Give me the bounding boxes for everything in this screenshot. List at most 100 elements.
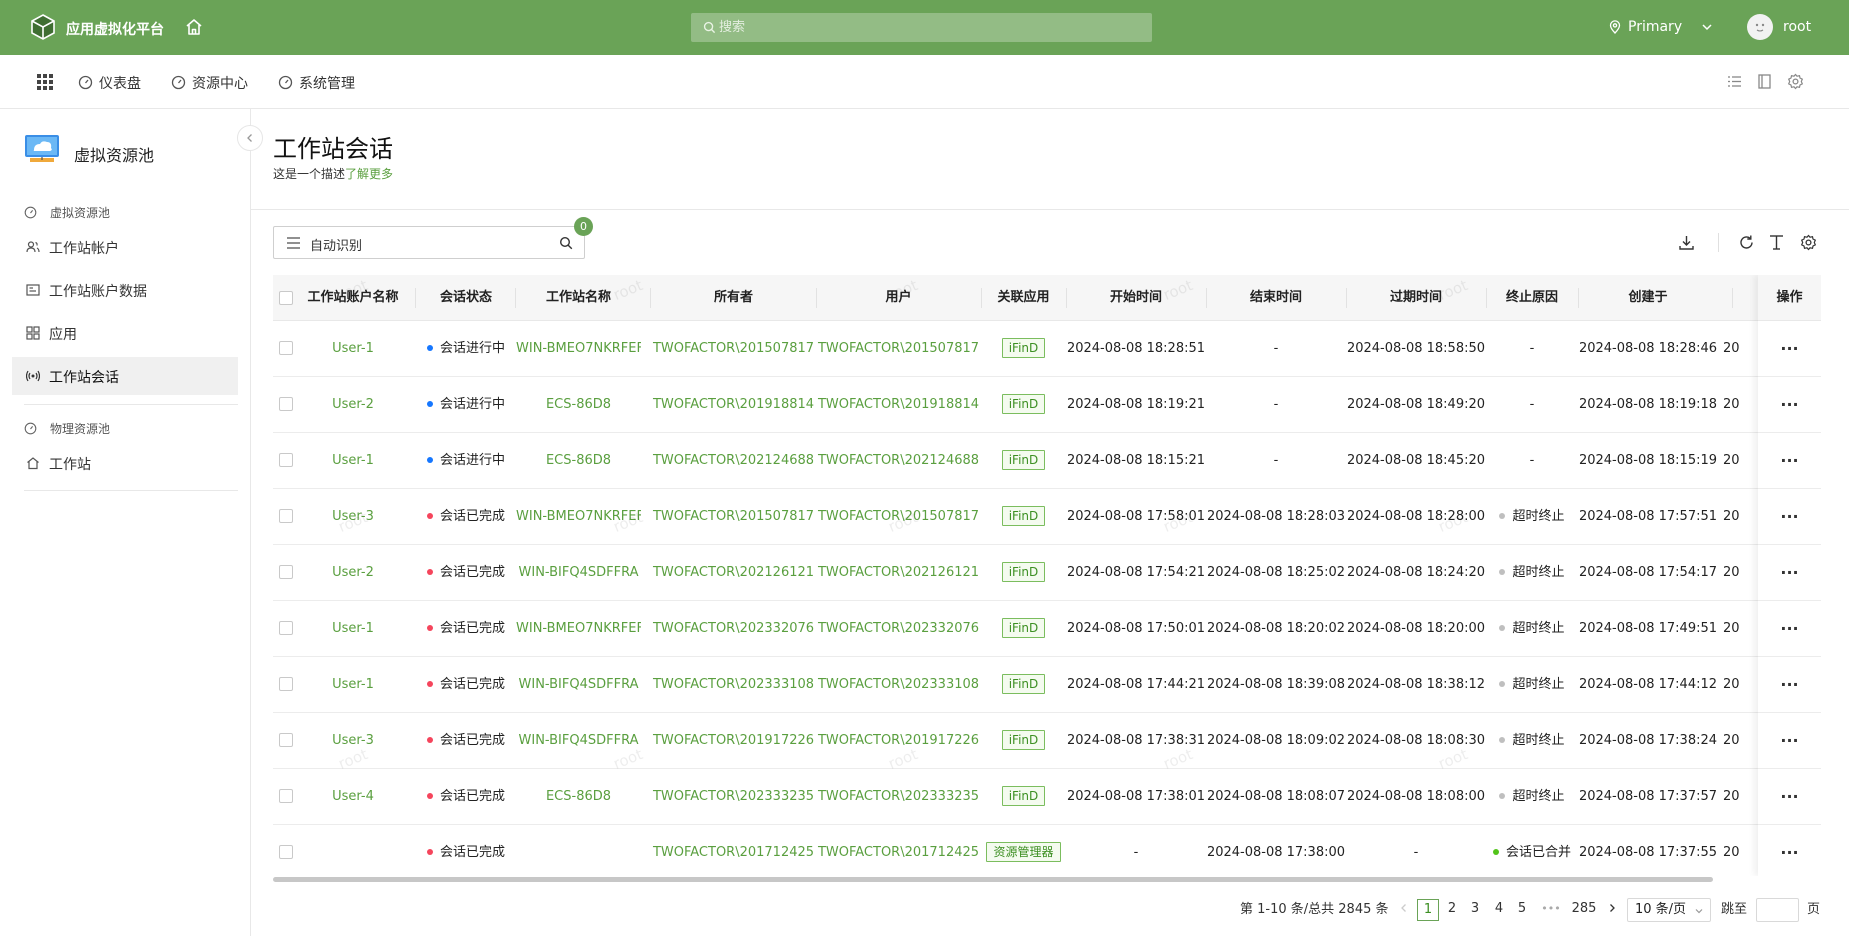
column-header[interactable]: 开始时间 [1066,275,1206,321]
cell-account[interactable]: User-1 [303,657,403,712]
settings-gear-icon[interactable] [1800,234,1817,251]
cell-account[interactable]: User-1 [303,321,403,376]
cell-station[interactable]: WIN-BIFQ4SDFFRA [516,657,641,712]
cell-owner[interactable]: TWOFACTOR\201917226 [651,713,816,768]
settings-gear-icon[interactable] [1787,73,1804,90]
next-page-button[interactable] [1607,899,1617,921]
cell-station[interactable]: WIN-BMEO7NKRFEF [516,321,641,376]
app-tag[interactable]: 资源管理器 [986,842,1061,862]
table-row[interactable]: User-1 会话已完成 WIN-BIFQ4SDFFRA TWOFACTOR\2023… [273,657,1821,713]
cell-station[interactable]: WIN-BIFQ4SDFFRA [516,713,641,768]
table-row[interactable]: User-1 会话进行中 ECS-86D8 TWOFACTOR\202124688 TW… [273,433,1821,489]
column-header[interactable]: 关联应用 [981,275,1066,321]
column-header[interactable]: 所有者 [651,275,816,321]
home-icon[interactable] [184,17,204,37]
more-actions-button[interactable]: ··· [1758,825,1821,876]
column-header[interactable]: 创建于 [1578,275,1718,321]
sidebar-item-workstation-account-data[interactable]: 工作站账户数据 [12,271,238,309]
column-header[interactable]: 用户 [816,275,981,321]
app-tag[interactable]: iFinD [1001,394,1046,414]
jump-page-input[interactable] [1756,898,1799,922]
cell-station[interactable]: WIN-BMEO7NKRFEF [516,601,641,656]
cell-account[interactable] [303,825,403,876]
app-logo-icon[interactable] [30,14,56,40]
more-actions-button[interactable]: ··· [1758,433,1821,489]
app-tag[interactable]: iFinD [1001,618,1046,638]
table-row[interactable]: User-1 会话进行中 WIN-BMEO7NKRFEF TWOFACTOR\2015… [273,321,1821,377]
cell-owner[interactable]: TWOFACTOR\201507817 [651,489,816,544]
sidebar-item-workstations[interactable]: 工作站 [12,444,238,482]
cell-owner[interactable]: TWOFACTOR\201918814 [651,377,816,432]
column-height-icon[interactable] [1768,234,1785,251]
cell-station[interactable] [516,825,641,876]
search-input[interactable] [719,13,1139,42]
cell-owner[interactable]: TWOFACTOR\202333235 [651,769,816,824]
column-header[interactable]: 过期时间 [1346,275,1486,321]
column-header[interactable]: 工作站名称 [516,275,641,321]
cell-owner[interactable]: TWOFACTOR\202126121 [651,545,816,600]
cell-account[interactable]: User-4 [303,769,403,824]
cell-owner[interactable]: TWOFACTOR\201507817 [651,321,816,376]
column-header[interactable]: 终止原因 [1486,275,1578,321]
prev-page-button[interactable] [1399,899,1409,921]
column-header[interactable]: 工作站账户名称 [303,275,403,321]
cell-user[interactable]: TWOFACTOR\201712425 [816,825,981,876]
row-checkbox[interactable] [279,397,293,411]
cell-account[interactable]: User-3 [303,489,403,544]
page-3-button[interactable]: 3 [1466,899,1484,921]
row-checkbox[interactable] [279,677,293,691]
app-tag[interactable]: iFinD [1001,338,1046,358]
app-grid-icon[interactable] [37,74,53,90]
table-row[interactable]: User-2 会话已完成 WIN-BIFQ4SDFFRA TWOFACTOR\2021… [273,545,1821,601]
table-row[interactable]: User-1 会话已完成 WIN-BMEO7NKRFEF TWOFACTOR\2023… [273,601,1821,657]
table-row[interactable]: 会话已完成 TWOFACTOR\201712425 TWOFACTOR\201712… [273,825,1821,876]
cell-station[interactable]: ECS-86D8 [516,433,641,488]
page-size-select[interactable]: 10 条/页 [1627,898,1711,922]
global-search[interactable] [691,13,1152,42]
app-tag[interactable]: iFinD [1001,506,1046,526]
row-checkbox[interactable] [279,453,293,467]
app-tag[interactable]: iFinD [1001,562,1046,582]
page-4-button[interactable]: 4 [1490,899,1508,921]
cell-user[interactable]: TWOFACTOR\201507817 [816,321,981,376]
more-actions-button[interactable]: ··· [1758,545,1821,601]
cell-account[interactable]: User-2 [303,377,403,432]
sidebar-item-workstation-accounts[interactable]: 工作站帐户 [12,228,238,266]
cell-user[interactable]: TWOFACTOR\202124688 [816,433,981,488]
search-icon[interactable] [559,236,573,250]
cell-user[interactable]: TWOFACTOR\202332076 [816,601,981,656]
table-row[interactable]: User-3 会话已完成 WIN-BMEO7NKRFEF TWOFACTOR\2015… [273,489,1821,545]
download-icon[interactable] [1678,234,1695,251]
more-actions-button[interactable]: ··· [1758,601,1821,657]
sidebar-collapse-button[interactable] [237,125,263,151]
cell-user[interactable]: TWOFACTOR\201918814 [816,377,981,432]
cell-owner[interactable]: TWOFACTOR\202332076 [651,601,816,656]
page-2-button[interactable]: 2 [1443,899,1461,921]
avatar[interactable] [1747,14,1773,40]
more-actions-button[interactable]: ··· [1758,489,1821,545]
table-row[interactable]: User-3 会话已完成 WIN-BIFQ4SDFFRA TWOFACTOR\2019… [273,713,1821,769]
cell-station[interactable]: WIN-BMEO7NKRFEF [516,489,641,544]
cell-account[interactable]: User-1 [303,433,403,488]
row-checkbox[interactable] [279,845,293,859]
cell-owner[interactable]: TWOFACTOR\201712425 [651,825,816,876]
book-icon[interactable] [1756,73,1773,90]
more-actions-button[interactable]: ··· [1758,713,1821,769]
cell-user[interactable]: TWOFACTOR\201917226 [816,713,981,768]
table-row[interactable]: User-2 会话进行中 ECS-86D8 TWOFACTOR\201918814 TW… [273,377,1821,433]
more-actions-button[interactable]: ··· [1758,377,1821,433]
more-actions-button[interactable]: ··· [1758,321,1821,377]
learn-more-link[interactable]: 了解更多 [345,167,393,181]
cell-owner[interactable]: TWOFACTOR\202124688 [651,433,816,488]
cell-user[interactable]: TWOFACTOR\202333108 [816,657,981,712]
row-checkbox[interactable] [279,621,293,635]
filter-input[interactable]: 自动识别 [273,226,585,259]
column-header[interactable]: 会话状态 [416,275,516,321]
more-actions-button[interactable]: ··· [1758,769,1821,825]
app-tag[interactable]: iFinD [1001,674,1046,694]
sidebar-item-applications[interactable]: 应用 [12,314,238,352]
list-icon[interactable] [1726,73,1743,90]
last-page-button[interactable]: 285 [1569,899,1599,921]
row-checkbox[interactable] [279,565,293,579]
cell-station[interactable]: ECS-86D8 [516,377,641,432]
